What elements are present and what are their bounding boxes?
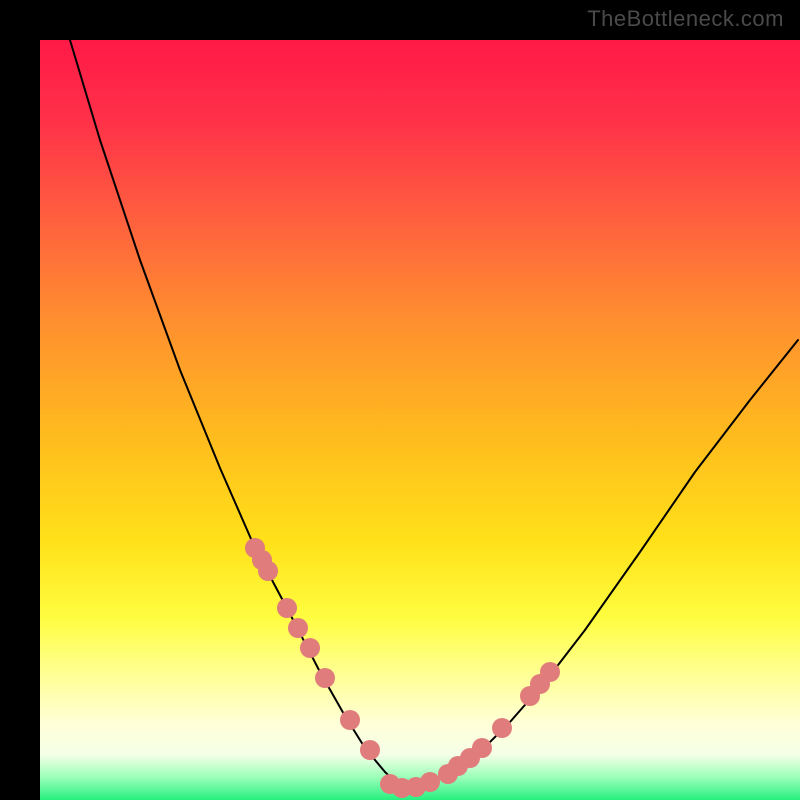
- marker-right-markers: [540, 662, 560, 682]
- marker-bottom-markers: [420, 772, 440, 792]
- plot-area: [40, 40, 800, 800]
- series-right-curve: [402, 340, 798, 788]
- marker-right-markers: [472, 738, 492, 758]
- marker-left-markers: [340, 710, 360, 730]
- watermark-text: TheBottleneck.com: [587, 6, 784, 32]
- chart-svg: [40, 40, 800, 800]
- marker-right-markers: [492, 718, 512, 738]
- marker-left-markers: [360, 740, 380, 760]
- marker-left-markers: [300, 638, 320, 658]
- marker-left-markers: [258, 561, 278, 581]
- chart-frame: TheBottleneck.com: [0, 0, 800, 800]
- marker-left-markers: [277, 598, 297, 618]
- marker-left-markers: [315, 668, 335, 688]
- series-left-curve: [70, 40, 402, 788]
- marker-left-markers: [288, 618, 308, 638]
